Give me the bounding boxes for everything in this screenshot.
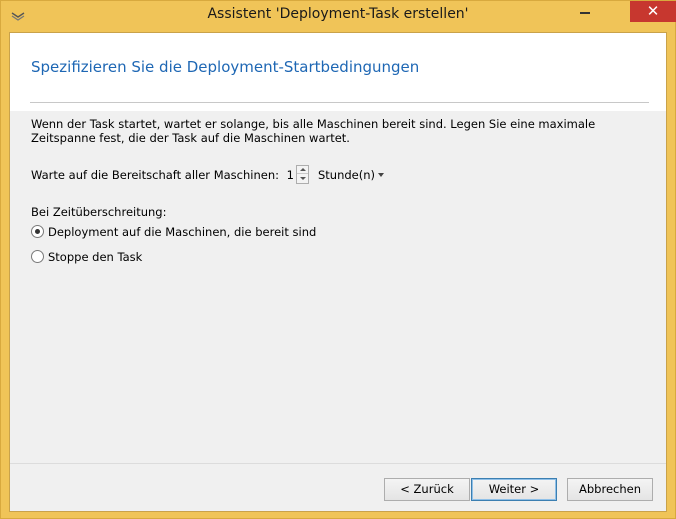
- radio-button[interactable]: [31, 250, 44, 263]
- timeout-label: Bei Zeitüberschreitung:: [31, 205, 167, 219]
- wait-value-input[interactable]: 1: [280, 168, 294, 182]
- button-bar: < Zurück Weiter > Abbrechen: [10, 463, 666, 511]
- radio-button-checked[interactable]: [31, 225, 44, 238]
- wizard-header: Spezifizieren Sie die Deployment-Startbe…: [10, 33, 666, 111]
- time-unit-select[interactable]: Stunde(n): [316, 166, 392, 184]
- page-title: Spezifizieren Sie die Deployment-Startbe…: [31, 58, 420, 76]
- description-text: Wenn der Task startet, wartet er solange…: [31, 117, 596, 145]
- close-button[interactable]: ✕: [630, 1, 676, 22]
- spin-down-icon[interactable]: [297, 175, 308, 183]
- wait-label: Warte auf die Bereitschaft aller Maschin…: [31, 168, 279, 182]
- title-bar[interactable]: Assistent 'Deployment-Task erstellen' ✕: [1, 1, 676, 31]
- radio-label: Deployment auf die Maschinen, die bereit…: [48, 225, 317, 239]
- header-divider: [30, 102, 649, 103]
- back-button[interactable]: < Zurück: [384, 478, 470, 501]
- wait-value-stepper[interactable]: [296, 165, 309, 184]
- close-icon: ✕: [646, 2, 660, 20]
- cancel-button[interactable]: Abbrechen: [567, 478, 653, 501]
- time-unit-value: Stunde(n): [318, 168, 376, 182]
- spin-up-icon[interactable]: [297, 166, 308, 174]
- radio-label: Stoppe den Task: [48, 250, 143, 264]
- wizard-client-area: Spezifizieren Sie die Deployment-Startbe…: [9, 32, 667, 512]
- minimize-button[interactable]: [571, 1, 599, 23]
- wizard-window: Assistent 'Deployment-Task erstellen' ✕ …: [0, 0, 676, 519]
- chevron-down-icon: [378, 173, 384, 177]
- next-button[interactable]: Weiter >: [471, 478, 557, 501]
